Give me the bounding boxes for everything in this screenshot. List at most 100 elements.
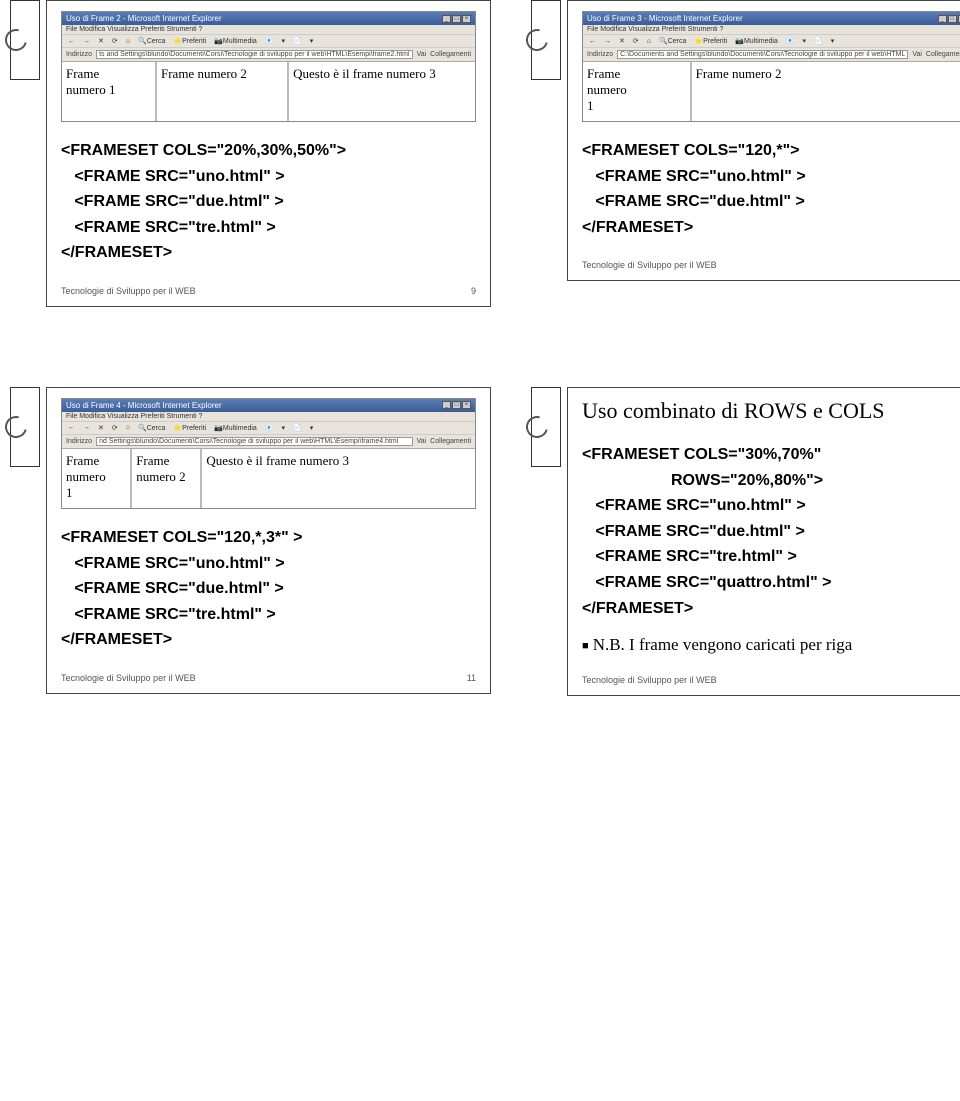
go-button: Vai xyxy=(417,438,427,445)
toolbar-item: ▾ xyxy=(829,37,837,45)
toolbar-item: ✕ xyxy=(617,37,627,45)
window-title: Uso di Frame 4 - Microsoft Internet Expl… xyxy=(66,401,222,410)
slide-body: Uso combinato di ROWS e COLS <FRAMESET C… xyxy=(567,387,960,696)
toolbar-item: 📷Multimedia xyxy=(733,37,780,45)
frame-column: Frame numero 2 xyxy=(692,62,960,121)
maximize-icon: □ xyxy=(452,401,461,409)
slide-10: Uso di Frame 3 - Microsoft Internet Expl… xyxy=(531,0,960,307)
toolbar-item: ▾ xyxy=(280,424,288,432)
minimize-icon: _ xyxy=(442,401,451,409)
slide-footer: Tecnologie di Sviluppo per il WEB 9 xyxy=(61,286,476,296)
window-buttons: _□× xyxy=(442,15,471,23)
toolbar-item: 📧 xyxy=(263,37,276,45)
address-input: nd Settings\blundo\Documenti\Corsi\Tecno… xyxy=(96,437,412,446)
frame-column: Questo è il frame numero 3 xyxy=(289,62,475,121)
toolbar-item: ✕ xyxy=(96,424,106,432)
minimize-icon: _ xyxy=(442,15,451,23)
links-label: Collegamenti xyxy=(430,438,471,445)
toolbar-item: ⟳ xyxy=(110,37,120,45)
window-title: Uso di Frame 3 - Microsoft Internet Expl… xyxy=(587,14,743,23)
bullet-note: ■ N.B. I frame vengono caricati per riga xyxy=(582,635,960,655)
footer-text: Tecnologie di Sviluppo per il WEB xyxy=(582,260,717,270)
toolbar-item: ← xyxy=(66,424,77,431)
toolbar-item: 📄 xyxy=(812,37,825,45)
links-label: Collegamenti xyxy=(926,51,960,58)
frame-column: Questo è il frame numero 3 xyxy=(202,449,475,508)
browser-content: Frame numero 1Frame numero 2Questo è il … xyxy=(62,61,475,121)
toolbar-item: ⭐Preferiti xyxy=(171,424,208,432)
slide-body: Uso di Frame 2 - Microsoft Internet Expl… xyxy=(46,0,491,307)
address-label: Indirizzo xyxy=(66,51,92,58)
toolbar-item: ⟳ xyxy=(631,37,641,45)
browser-titlebar: Uso di Frame 4 - Microsoft Internet Expl… xyxy=(62,399,475,412)
close-icon: × xyxy=(462,15,471,23)
address-label: Indirizzo xyxy=(66,438,92,445)
toolbar-item: ← xyxy=(587,38,598,45)
square-bullet-icon: ■ xyxy=(582,640,589,652)
binder-rings xyxy=(10,0,40,80)
frame-column: Frame numero 1 xyxy=(583,62,692,121)
browser-window: Uso di Frame 3 - Microsoft Internet Expl… xyxy=(582,11,960,122)
bullet-text: N.B. I frame vengono caricati per riga xyxy=(593,635,853,654)
slide-title: Uso combinato di ROWS e COLS xyxy=(582,398,960,424)
browser-address-bar: Indirizzo C:\Documents and Settings\blun… xyxy=(583,47,960,61)
frame-column: Frame numero 2 xyxy=(157,62,289,121)
page-number: 11 xyxy=(467,673,476,683)
slide-11: Uso di Frame 4 - Microsoft Internet Expl… xyxy=(10,387,491,696)
browser-titlebar: Uso di Frame 3 - Microsoft Internet Expl… xyxy=(583,12,960,25)
browser-address-bar: Indirizzo ts and Settings\blundo\Documen… xyxy=(62,47,475,61)
toolbar-item: ⌂ xyxy=(645,38,653,45)
slide-9: Uso di Frame 2 - Microsoft Internet Expl… xyxy=(10,0,491,307)
footer-text: Tecnologie di Sviluppo per il WEB xyxy=(582,675,717,685)
close-icon: × xyxy=(462,401,471,409)
toolbar-item: → xyxy=(81,38,92,45)
toolbar-item: ▾ xyxy=(801,37,809,45)
toolbar-item: 📷Multimedia xyxy=(212,424,259,432)
window-title: Uso di Frame 2 - Microsoft Internet Expl… xyxy=(66,14,222,23)
links-label: Collegamenti xyxy=(430,51,471,58)
toolbar-item: 🔍Cerca xyxy=(136,424,167,432)
address-input: C:\Documents and Settings\blundo\Documen… xyxy=(617,50,908,59)
browser-menu: File Modifica Visualizza Preferiti Strum… xyxy=(583,25,960,34)
window-buttons: _□× xyxy=(442,401,471,409)
toolbar-item: 📷Multimedia xyxy=(212,37,259,45)
code-block: <FRAMESET COLS="20%,30%,50%"> <FRAME SRC… xyxy=(61,138,476,266)
toolbar-item: 🔍Cerca xyxy=(657,37,688,45)
browser-menu: File Modifica Visualizza Preferiti Strum… xyxy=(62,412,475,421)
go-button: Vai xyxy=(417,51,427,58)
maximize-icon: □ xyxy=(948,15,957,23)
window-buttons: _□× xyxy=(938,15,960,23)
browser-content: Frame numero 1Frame numero 2Questo è il … xyxy=(62,448,475,508)
toolbar-item: ▾ xyxy=(308,37,316,45)
toolbar-item: ▾ xyxy=(308,424,316,432)
frame-column: Frame numero 2 xyxy=(132,449,202,508)
toolbar-item: 📄 xyxy=(291,424,304,432)
toolbar-item: → xyxy=(602,38,613,45)
toolbar-item: → xyxy=(81,424,92,431)
toolbar-item: ⭐Preferiti xyxy=(692,37,729,45)
code-block: <FRAMESET COLS="120,*,3*" > <FRAME SRC="… xyxy=(61,525,476,653)
minimize-icon: _ xyxy=(938,15,947,23)
frame-column: Frame numero 1 xyxy=(62,449,132,508)
footer-text: Tecnologie di Sviluppo per il WEB xyxy=(61,673,196,683)
browser-window: Uso di Frame 2 - Microsoft Internet Expl… xyxy=(61,11,476,122)
address-input: ts and Settings\blundo\Documenti\Corsi\T… xyxy=(96,50,412,59)
slide-body: Uso di Frame 4 - Microsoft Internet Expl… xyxy=(46,387,491,694)
browser-toolbar: ←→✕⟳⌂🔍Cerca⭐Preferiti📷Multimedia📧▾📄▾ xyxy=(62,421,475,434)
toolbar-item: 📧 xyxy=(263,424,276,432)
toolbar-item: 🔍Cerca xyxy=(136,37,167,45)
toolbar-item: 📧 xyxy=(784,37,797,45)
go-button: Vai xyxy=(912,51,922,58)
browser-menu: File Modifica Visualizza Preferiti Strum… xyxy=(62,25,475,34)
slide-footer: Tecnologie di Sviluppo per il WEB 10 xyxy=(582,260,960,270)
toolbar-item: ← xyxy=(66,38,77,45)
browser-toolbar: ←→✕⟳⌂🔍Cerca⭐Preferiti📷Multimedia📧▾📄▾ xyxy=(62,34,475,47)
toolbar-item: ⟳ xyxy=(110,424,120,432)
code-block: <FRAMESET COLS="30%,70%" ROWS="20%,80%">… xyxy=(582,442,960,621)
address-label: Indirizzo xyxy=(587,51,613,58)
footer-text: Tecnologie di Sviluppo per il WEB xyxy=(61,286,196,296)
slide-12: Uso combinato di ROWS e COLS <FRAMESET C… xyxy=(531,387,960,696)
page-number: 9 xyxy=(471,286,476,296)
browser-address-bar: Indirizzo nd Settings\blundo\Documenti\C… xyxy=(62,434,475,448)
slide-footer: Tecnologie di Sviluppo per il WEB 12 xyxy=(582,675,960,685)
